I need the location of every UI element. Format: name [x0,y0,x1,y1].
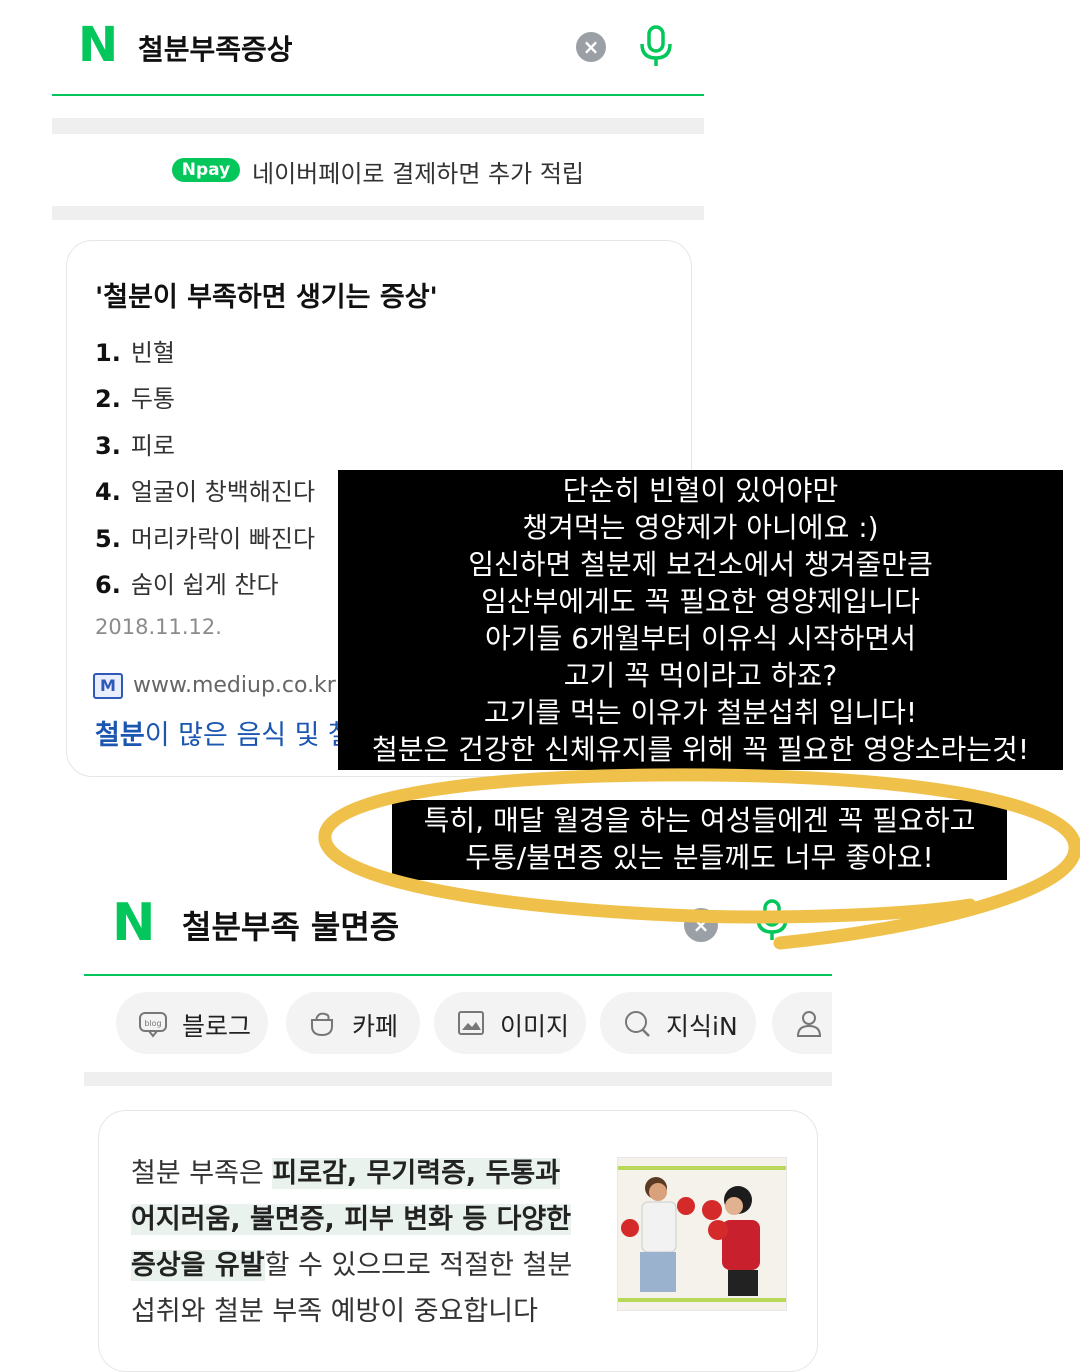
overlay-note: 단순히 빈혈이 있어야만 챙겨먹는 영양제가 아니에요 :) 임신하면 철분제 … [338,470,1063,770]
tab-label: 카페 [352,1012,399,1041]
tab-blog[interactable]: blog 블로그 [116,992,268,1054]
search-tabs: blog 블로그 카페 이미지 지식iN [84,976,832,1072]
list-item: 2. 두통 [95,385,175,413]
overlay-line: 임신하면 철분제 보건소에서 챙겨줄만큼 [468,548,933,581]
divider [84,1072,832,1086]
list-item: 3. 피로 [95,432,175,460]
answer-title: '철분이 부족하면 생기는 증상' [95,282,438,313]
overlay-line: 임산부에게도 꼭 필요한 영양제입니다 [481,585,920,618]
tab-label: 블로그 [182,1012,252,1041]
npay-banner-text: 네이버페이로 결제하면 추가 적립 [252,160,585,188]
site-favicon-icon: M [93,673,123,699]
tab-cafe[interactable]: 카페 [286,992,420,1054]
list-item: 4. 얼굴이 창백해진다 [95,478,316,506]
source-site[interactable]: Mwww.mediup.co.kr [93,673,336,699]
overlay-line: 챙겨먹는 영양제가 아니에요 :) [522,511,879,544]
result-card: 철분 부족은 피로감, 무기력증, 두통과 어지러움, 불면증, 피부 변화 등 … [98,1110,818,1372]
overlay-line: 아기들 6개월부터 이유식 시작하면서 [485,622,916,655]
tab-kin[interactable]: 지식iN [600,992,756,1054]
search-bar-top: N 철분부족증상 × [52,0,704,96]
tab-person[interactable] [772,992,832,1054]
naver-logo[interactable]: N [112,894,156,952]
blog-icon: blog [139,1012,167,1038]
npay-badge: Npay [172,158,240,182]
kin-icon [625,1011,650,1037]
search-query[interactable]: 철분부족증상 [138,28,293,68]
svg-text:blog: blog [144,1019,161,1028]
source-link[interactable]: 철분이 많은 음식 및 철 [95,713,353,752]
naver-logo[interactable]: N [78,18,118,72]
yellow-ring-annotation [318,768,1080,950]
boxing-photo-icon [618,1158,786,1310]
list-item: 6. 숨이 쉽게 찬다 [95,571,279,599]
overlay-line: 철분은 건강한 신체유지를 위해 꼭 필요한 영양소라는것! [371,733,1030,766]
cafe-icon [311,1012,333,1037]
tab-label: 이미지 [500,1012,570,1041]
divider [52,118,704,134]
microphone-icon[interactable] [636,24,676,68]
person-icon [796,1011,822,1037]
overlay-line: 단순히 빈혈이 있어야만 [562,474,839,507]
npay-banner[interactable]: Npay 네이버페이로 결제하면 추가 적립 [52,134,704,206]
result-summary: 철분 부족은 피로감, 무기력증, 두통과 어지러움, 불면증, 피부 변화 등 … [131,1158,573,1327]
tab-label: 지식iN [666,1012,738,1041]
answer-date: 2018.11.12. [95,615,222,639]
divider [52,206,704,220]
overlay-line: 고기 꼭 먹이라고 하죠? [563,659,838,692]
tab-image[interactable]: 이미지 [434,992,586,1054]
list-item: 1. 빈혈 [95,339,175,367]
clear-icon[interactable]: × [576,32,606,62]
image-icon [458,1011,484,1035]
source-url: www.mediup.co.kr [133,673,336,698]
overlay-line: 고기를 먹는 이유가 철분섭취 입니다! [483,696,918,729]
result-thumbnail-image[interactable] [617,1157,787,1311]
list-item: 5. 머리카락이 빠진다 [95,525,316,553]
